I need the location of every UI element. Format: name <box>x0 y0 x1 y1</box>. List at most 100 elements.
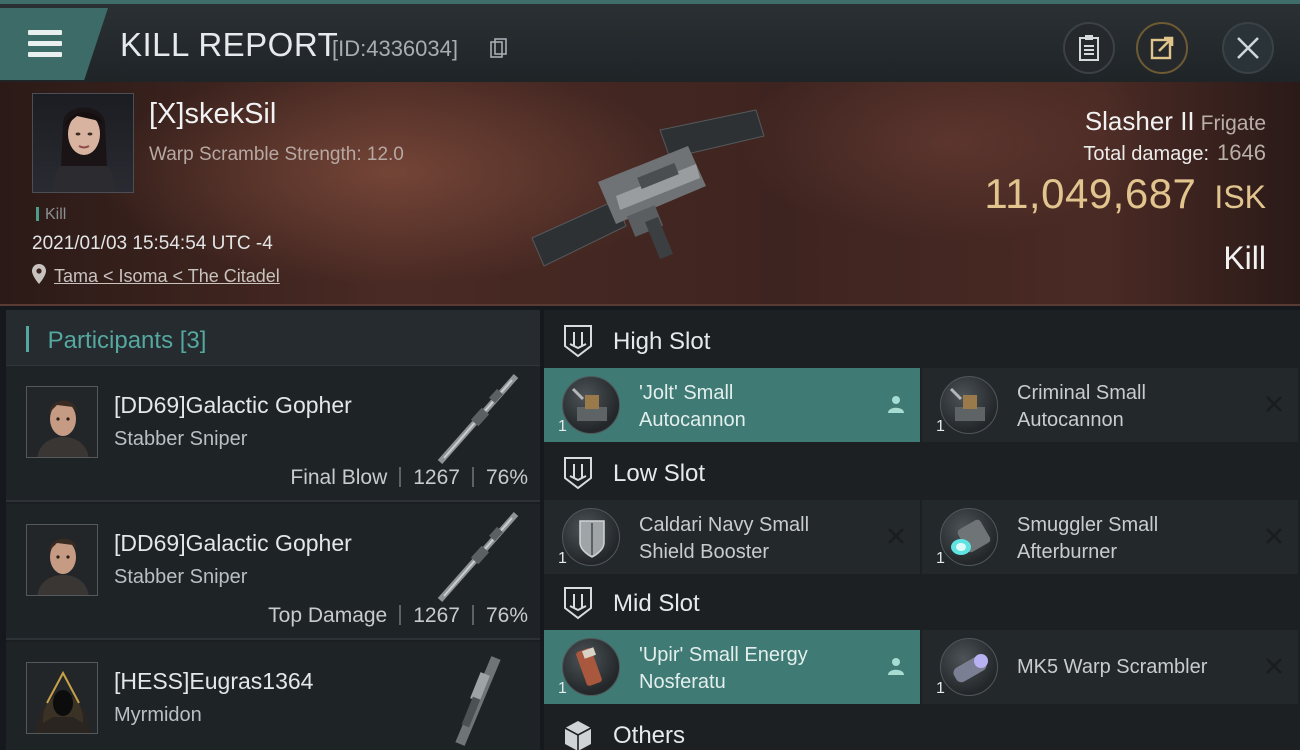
clipboard-icon <box>1079 35 1099 61</box>
module-name-line2: Autocannon <box>639 409 746 431</box>
copy-id-icon[interactable] <box>490 38 508 58</box>
module-name-line1: 'Jolt' Small <box>639 382 734 404</box>
participant-row[interactable]: [DD69]Galactic Gopher Stabber Sniper Top… <box>6 504 540 640</box>
module-quantity: 1 <box>558 550 567 567</box>
afterburner-icon <box>940 508 998 566</box>
destroyed-x-icon <box>1266 528 1282 544</box>
mid-slot-icon <box>564 587 592 620</box>
kill-result: Kill <box>1223 240 1266 276</box>
participants-header: Participants [3] <box>6 310 540 366</box>
module-name-line2: Afterburner <box>1017 541 1118 563</box>
autocannon-icon <box>940 376 998 434</box>
total-damage-label: Total damage: <box>1083 143 1210 165</box>
destroyed-x-icon <box>1266 396 1282 412</box>
victim-portrait[interactable] <box>32 93 134 193</box>
module-name-line1: 'Upir' Small Energy <box>639 644 808 666</box>
warp-scramble-strength: Warp Scramble Strength: 12.0 <box>149 144 404 165</box>
shield-booster-icon <box>562 508 620 566</box>
module-name: Smuggler Small Afterburner <box>1017 512 1247 566</box>
close-button[interactable] <box>1222 22 1274 74</box>
victim-ship-name[interactable]: Slasher II Frigate <box>1085 106 1266 137</box>
module-name-line1: Smuggler Small <box>1017 514 1159 536</box>
close-icon <box>1237 37 1259 59</box>
clipboard-button[interactable] <box>1063 22 1115 74</box>
participant-damage: 1267 <box>413 604 460 627</box>
victim-name[interactable]: [X]skekSil <box>149 98 276 131</box>
location-pin-icon <box>32 264 46 284</box>
module-name: MK5 Warp Scrambler <box>1017 654 1247 681</box>
isk-unit: ISK <box>1214 179 1266 215</box>
participant-ship: Stabber Sniper <box>114 428 248 450</box>
high-slot-header: High Slot <box>544 314 1300 366</box>
weapon-icon <box>437 512 519 602</box>
module-slot[interactable]: 1 Criminal Small Autocannon <box>922 368 1298 442</box>
destroyed-x-icon <box>1266 658 1282 674</box>
menu-button[interactable] <box>0 8 108 80</box>
module-slot[interactable]: 1 'Upir' Small Energy Nosferatu <box>544 630 920 704</box>
divider <box>399 467 402 487</box>
module-name-line2: Nosferatu <box>639 671 726 693</box>
participant-avatar[interactable] <box>26 386 98 458</box>
low-slot-header: Low Slot <box>544 446 1300 498</box>
total-damage-value: 1646 <box>1217 140 1266 165</box>
participant-stats: Top Damage 1267 76% <box>268 604 528 628</box>
autocannon-icon <box>562 376 620 434</box>
participant-stats: Final Blow 1267 76% <box>290 466 528 490</box>
share-button[interactable] <box>1136 22 1188 74</box>
top-bar: KILL REPORT [ID:4336034] <box>0 0 1300 82</box>
low-slot-icon <box>564 457 592 490</box>
pilot-icon[interactable] <box>886 394 906 414</box>
others-header: Others <box>544 708 1300 750</box>
kill-tag: Kill <box>36 206 66 224</box>
participant-row[interactable]: [HESS]Eugras1364 Myrmidon <box>6 642 540 750</box>
participant-name[interactable]: [DD69]Galactic Gopher <box>114 530 352 557</box>
module-name-line2: Shield Booster <box>639 541 770 563</box>
participant-name[interactable]: [HESS]Eugras1364 <box>114 668 313 695</box>
share-icon <box>1150 36 1174 60</box>
module-slot[interactable]: 1 Caldari Navy Small Shield Booster <box>544 500 920 574</box>
participant-row[interactable]: [DD69]Galactic Gopher Stabber Sniper Fin… <box>6 366 540 502</box>
module-quantity: 1 <box>558 680 567 697</box>
module-quantity: 1 <box>936 680 945 697</box>
location-link[interactable]: Tama < Isoma < The Citadel <box>54 266 280 287</box>
module-name-line1: Criminal Small <box>1017 382 1146 404</box>
module-name-line2: Autocannon <box>1017 409 1124 431</box>
module-name: 'Upir' Small Energy Nosferatu <box>639 642 869 696</box>
victim-ship-image[interactable] <box>520 100 780 280</box>
module-name: Caldari Navy Small Shield Booster <box>639 512 869 566</box>
module-slot[interactable]: 1 MK5 Warp Scrambler <box>922 630 1298 704</box>
page-title: KILL REPORT <box>120 26 339 63</box>
participant-percent: 76% <box>485 604 528 627</box>
victim-banner: [X]skekSil Warp Scramble Strength: 12.0 … <box>0 82 1300 306</box>
module-name: 'Jolt' Small Autocannon <box>639 380 869 434</box>
isk-amount: 11,049,687 <box>984 170 1197 217</box>
warp-scrambler-icon <box>940 638 998 696</box>
participant-badge: Final Blow <box>290 466 388 489</box>
participant-avatar[interactable] <box>26 662 98 734</box>
mid-slot-title: Mid Slot <box>613 590 700 617</box>
module-name-line1: Caldari Navy Small <box>639 514 810 536</box>
isk-value: 11,049,687 ISK <box>984 170 1266 218</box>
report-id: [ID:4336034] <box>332 36 458 61</box>
weapon-icon <box>437 374 519 464</box>
participants-panel: Participants [3] [DD69]Galactic Gopher S… <box>6 310 540 750</box>
module-name-line1: MK5 Warp Scrambler <box>1017 656 1208 678</box>
module-slot[interactable]: 1 Smuggler Small Afterburner <box>922 500 1298 574</box>
participant-percent: 76% <box>485 466 528 489</box>
module-slot[interactable]: 1 'Jolt' Small Autocannon <box>544 368 920 442</box>
fitting-panel: High Slot 1 'Jolt' Small Autocannon 1 Cr… <box>544 310 1300 750</box>
cargo-box-icon <box>564 721 592 750</box>
participants-title: Participants <box>47 327 174 354</box>
participant-name[interactable]: [DD69]Galactic Gopher <box>114 392 352 419</box>
participant-ship: Stabber Sniper <box>114 566 248 588</box>
participant-badge: Top Damage <box>268 604 388 627</box>
divider <box>399 605 402 625</box>
divider <box>471 467 474 487</box>
participant-avatar[interactable] <box>26 524 98 596</box>
module-quantity: 1 <box>558 418 567 435</box>
participant-damage: 1267 <box>413 466 460 489</box>
pilot-icon[interactable] <box>886 656 906 676</box>
kill-timestamp: 2021/01/03 15:54:54 UTC -4 <box>32 233 273 254</box>
total-damage: Total damage: 1646 <box>1083 140 1266 166</box>
ship-name-text: Slasher II <box>1084 106 1195 136</box>
